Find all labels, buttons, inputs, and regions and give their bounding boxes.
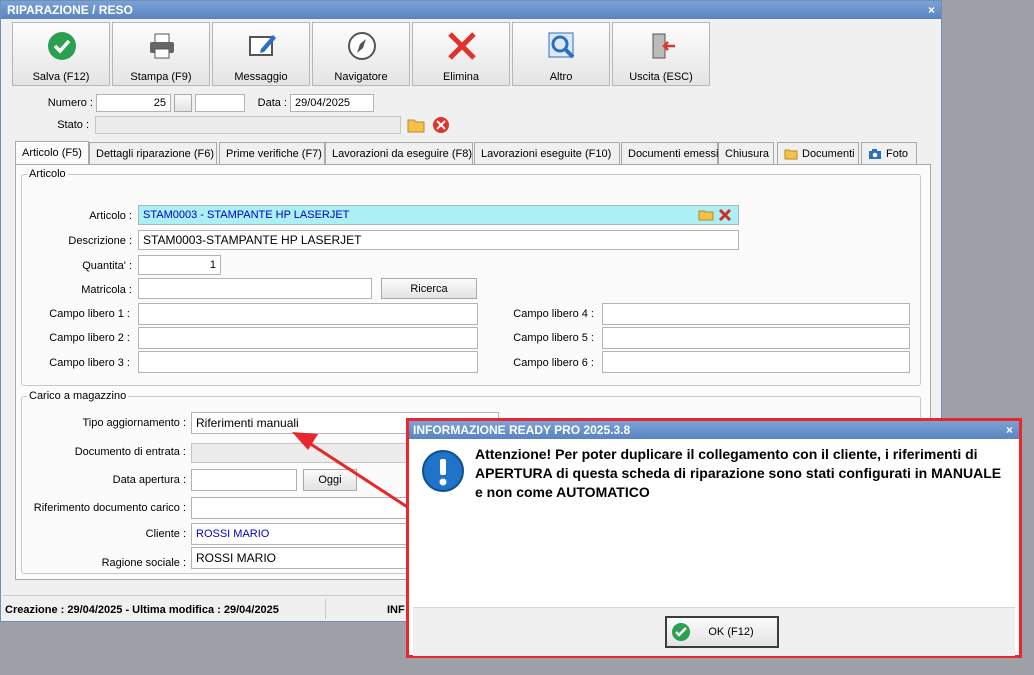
dialog-title: INFORMAZIONE READY PRO 2025.3.8 bbox=[413, 423, 631, 437]
articolo-field[interactable]: STAM0003 - STAMPANTE HP LASERJET bbox=[138, 205, 739, 225]
campo-libero-1-label: Campo libero 1 : bbox=[49, 308, 130, 320]
cliente-field[interactable]: ROSSI MARIO bbox=[191, 523, 421, 545]
numero-suffix-field[interactable] bbox=[195, 94, 245, 112]
dialog-message: Attenzione! Per poter duplicare il colle… bbox=[475, 446, 1002, 500]
message-button-label: Messaggio bbox=[234, 71, 288, 83]
tab-prime-verifiche[interactable]: Prime verifiche (F7) bbox=[219, 142, 325, 164]
articolo-folder-icon[interactable] bbox=[698, 209, 714, 221]
tab-articolo[interactable]: Articolo (F5) bbox=[15, 141, 89, 165]
campo-libero-3-field[interactable] bbox=[138, 351, 478, 373]
matricola-label: Matricola : bbox=[81, 284, 132, 296]
ok-button[interactable]: OK (F12) bbox=[665, 616, 779, 648]
matricola-field[interactable] bbox=[138, 278, 372, 299]
numero-picker-button[interactable] bbox=[174, 94, 192, 112]
status-bar-extra: INF bbox=[387, 604, 405, 616]
clear-stato-icon[interactable] bbox=[432, 116, 450, 134]
riferimento-documento-field[interactable] bbox=[191, 497, 421, 519]
compass-icon bbox=[348, 32, 376, 60]
camera-icon bbox=[869, 149, 881, 159]
campo-libero-2-field[interactable] bbox=[138, 327, 478, 349]
status-bar-text: Creazione : 29/04/2025 - Ultima modifica… bbox=[5, 604, 279, 616]
status-separator bbox=[325, 599, 326, 619]
numero-label: Numero : bbox=[47, 97, 93, 109]
tab-documenti-emessi[interactable]: Documenti emessi bbox=[621, 142, 718, 164]
other-button-label: Altro bbox=[549, 71, 573, 83]
exit-button[interactable]: Uscita (ESC) bbox=[612, 22, 710, 86]
documento-entrata-field[interactable] bbox=[191, 443, 421, 463]
navigator-button[interactable]: Navigatore bbox=[312, 22, 410, 86]
data-apertura-label: Data apertura : bbox=[112, 474, 186, 486]
save-button[interactable]: Salva (F12) bbox=[12, 22, 110, 86]
delete-button[interactable]: Elimina bbox=[412, 22, 510, 86]
stato-field[interactable] bbox=[95, 116, 401, 134]
info-icon bbox=[422, 450, 464, 492]
window-close-icon[interactable]: × bbox=[928, 1, 935, 19]
riferimento-documento-label: Riferimento documento carico : bbox=[33, 502, 186, 514]
articolo-clear-icon[interactable] bbox=[718, 208, 732, 222]
tab-foto[interactable]: Foto bbox=[861, 142, 917, 164]
campo-libero-2-label: Campo libero 2 : bbox=[49, 332, 130, 344]
data-apertura-field[interactable] bbox=[191, 469, 297, 491]
tab-foto-label: Foto bbox=[886, 148, 909, 160]
printer-icon bbox=[150, 33, 174, 59]
ragione-sociale-label: Ragione sociale : bbox=[101, 557, 186, 569]
campo-libero-1-field[interactable] bbox=[138, 303, 478, 325]
stato-label: Stato : bbox=[57, 119, 89, 131]
tipo-aggiornamento-label: Tipo aggiornamento : bbox=[82, 417, 186, 429]
message-edit-icon bbox=[249, 35, 276, 56]
quantita-field[interactable]: 1 bbox=[138, 255, 221, 275]
delete-x-icon bbox=[448, 32, 476, 60]
numero-field[interactable]: 25 bbox=[96, 94, 171, 112]
folder-icon bbox=[784, 149, 798, 160]
dialog-titlebar: INFORMAZIONE READY PRO 2025.3.8 × bbox=[409, 421, 1019, 439]
tab-documenti-label: Documenti bbox=[802, 148, 855, 160]
dialog-close-icon[interactable]: × bbox=[1006, 421, 1013, 439]
exit-button-label: Uscita (ESC) bbox=[629, 71, 693, 83]
window-titlebar: RIPARAZIONE / RESO × bbox=[1, 1, 941, 19]
folder-open-icon[interactable] bbox=[407, 117, 425, 133]
delete-button-label: Elimina bbox=[442, 71, 480, 83]
documento-entrata-label: Documento di entrata : bbox=[74, 446, 186, 458]
campo-libero-6-label: Campo libero 6 : bbox=[513, 357, 594, 369]
information-dialog: INFORMAZIONE READY PRO 2025.3.8 × Attenz… bbox=[406, 418, 1022, 658]
cliente-label: Cliente : bbox=[145, 528, 186, 540]
descrizione-field[interactable]: STAM0003-STAMPANTE HP LASERJET bbox=[138, 230, 739, 250]
check-circle-icon bbox=[48, 32, 76, 60]
data-field[interactable]: 29/04/2025 bbox=[290, 94, 374, 112]
tab-lavorazioni-eseguite[interactable]: Lavorazioni eseguite (F10) bbox=[474, 142, 620, 164]
message-button[interactable]: Messaggio bbox=[212, 22, 310, 86]
carico-group-title: Carico a magazzino bbox=[27, 390, 129, 402]
campo-libero-4-label: Campo libero 4 : bbox=[513, 308, 594, 320]
tab-documenti[interactable]: Documenti bbox=[777, 142, 859, 164]
save-button-label: Salva (F12) bbox=[32, 71, 90, 83]
tab-dettagli-riparazione[interactable]: Dettagli riparazione (F6) bbox=[89, 142, 217, 164]
ragione-sociale-field[interactable]: ROSSI MARIO bbox=[191, 547, 421, 569]
quantita-label: Quantita' : bbox=[82, 260, 132, 272]
campo-libero-6-field[interactable] bbox=[602, 351, 910, 373]
check-circle-icon bbox=[672, 623, 690, 641]
oggi-button[interactable]: Oggi bbox=[303, 469, 357, 491]
navigator-button-label: Navigatore bbox=[334, 71, 388, 83]
other-button[interactable]: Altro bbox=[512, 22, 610, 86]
campo-libero-5-field[interactable] bbox=[602, 327, 910, 349]
campo-libero-3-label: Campo libero 3 : bbox=[49, 357, 130, 369]
print-button[interactable]: Stampa (F9) bbox=[112, 22, 210, 86]
dialog-footer: OK (F12) bbox=[413, 607, 1015, 656]
window-title: RIPARAZIONE / RESO bbox=[7, 3, 133, 17]
descrizione-label: Descrizione : bbox=[68, 235, 132, 247]
campo-libero-4-field[interactable] bbox=[602, 303, 910, 325]
exit-door-icon bbox=[652, 33, 675, 59]
articolo-group-title: Articolo bbox=[27, 168, 68, 180]
campo-libero-5-label: Campo libero 5 : bbox=[513, 332, 594, 344]
magnifier-icon bbox=[548, 32, 575, 59]
data-label: Data : bbox=[257, 97, 287, 109]
ok-button-label: OK (F12) bbox=[708, 626, 754, 638]
ricerca-button[interactable]: Ricerca bbox=[381, 278, 477, 299]
articolo-label: Articolo : bbox=[89, 210, 132, 222]
tab-lavorazioni-da-eseguire[interactable]: Lavorazioni da eseguire (F8) bbox=[325, 142, 473, 164]
tab-chiusura[interactable]: Chiusura bbox=[718, 142, 774, 164]
print-button-label: Stampa (F9) bbox=[130, 71, 192, 83]
